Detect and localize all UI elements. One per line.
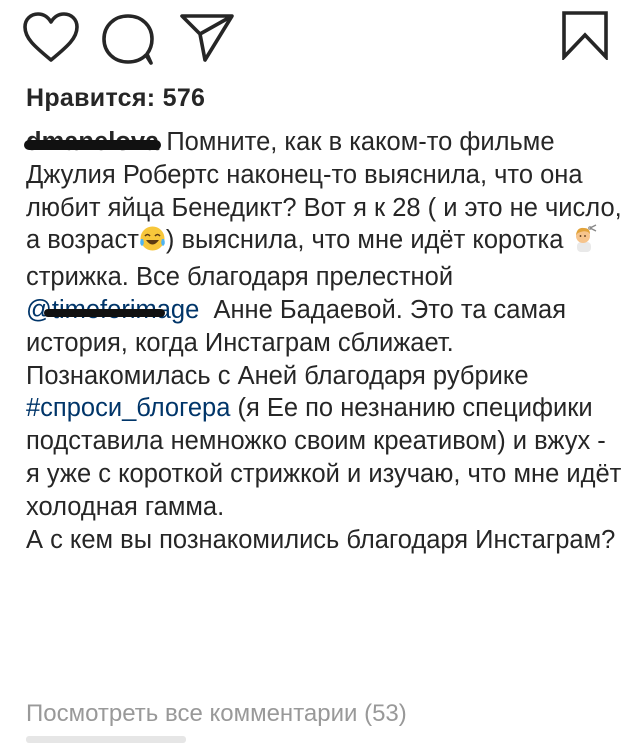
post-actions-bar xyxy=(0,0,635,80)
bookmark-icon[interactable] xyxy=(560,10,610,60)
view-all-comments-link[interactable]: Посмотреть все комментарии (53) xyxy=(26,700,407,728)
caption-text: Познакомилась с Аней благодаря рубрике xyxy=(26,361,529,390)
caption-text: стрижка. Все благодаря прелестной xyxy=(26,263,454,292)
paper-plane-icon[interactable] xyxy=(178,12,236,64)
redaction-scribble xyxy=(44,308,166,317)
likes-count[interactable]: Нравится: 576 xyxy=(26,84,205,113)
redaction-scribble xyxy=(24,140,162,150)
mention-link[interactable]: @timeforimage xyxy=(26,296,199,324)
speech-bubble-icon[interactable] xyxy=(100,12,156,66)
author-username[interactable]: dmanelova xyxy=(24,128,162,156)
tears-of-joy-emoji-icon xyxy=(139,225,166,261)
caption-text: А с кем вы познакомились благодаря Инста… xyxy=(26,525,616,554)
post-caption: dmanelova Помните, как в каком-то фильме… xyxy=(24,126,626,557)
hashtag-link[interactable]: #спроси_блогера xyxy=(26,394,230,422)
caption-paragraph-3: А с кем вы познакомились благодаря Инста… xyxy=(26,524,626,557)
haircut-person-emoji-icon xyxy=(570,224,598,261)
caption-paragraph-2: Познакомилась с Аней благодаря рубрике #… xyxy=(26,360,626,524)
heart-outline-icon[interactable] xyxy=(22,12,80,64)
caption-paragraph-1: dmanelova Помните, как в каком-то фильме… xyxy=(24,126,626,360)
caption-text: ) выяснила, что мне идёт коротка xyxy=(165,226,564,255)
cropped-comment-preview xyxy=(26,736,186,743)
